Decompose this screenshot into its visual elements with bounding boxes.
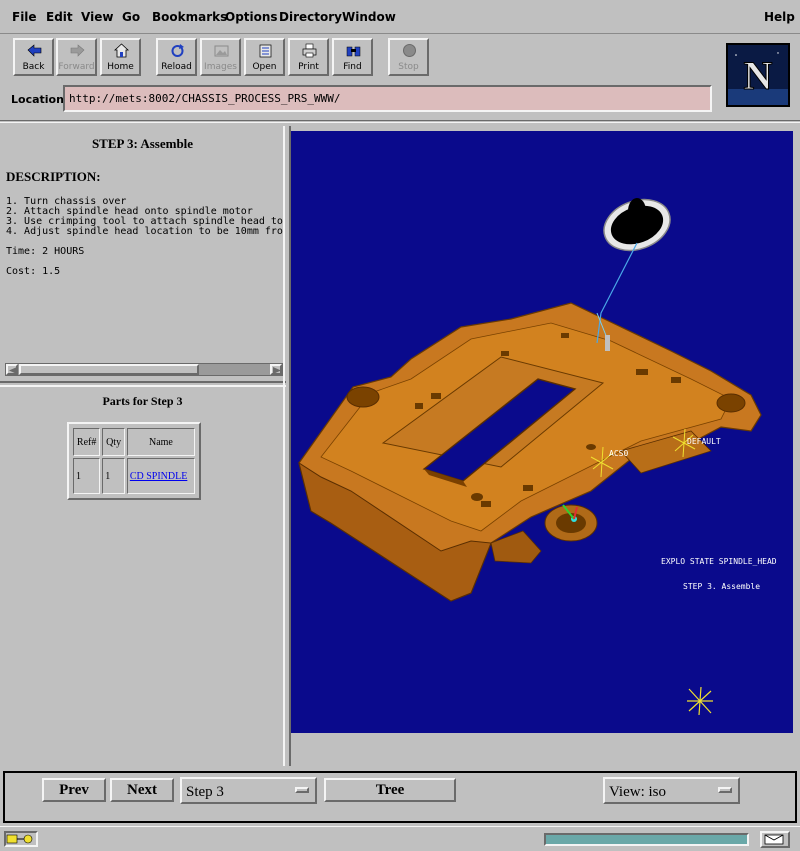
table-row: 1 1 CD SPINDLE: [73, 458, 195, 494]
step-select-knob: [295, 787, 309, 793]
menu-go[interactable]: Go: [122, 10, 140, 24]
find-icon: [346, 46, 361, 57]
parts-table: Ref# Qty Name 1 1 CD SPINDLE: [67, 422, 201, 500]
next-button[interactable]: Next: [110, 778, 174, 802]
print-icon: [302, 43, 317, 58]
menu-file[interactable]: File: [12, 10, 37, 24]
horizontal-scrollbar[interactable]: [5, 363, 283, 376]
header-ref: Ref#: [73, 428, 101, 456]
images-label: Images: [204, 62, 237, 72]
model-viewport[interactable]: ACS0 DEFAULT EXPLO STATE SPINDLE_HEAD ST…: [291, 131, 793, 733]
open-icon: [259, 44, 272, 58]
view-select-knob: [718, 787, 732, 793]
netscape-logo-icon: N: [728, 45, 788, 105]
netscape-logo: N: [726, 43, 790, 107]
find-label: Find: [343, 62, 362, 72]
menu-directory[interactable]: Directory: [279, 10, 342, 24]
images-icon: [214, 45, 229, 57]
step-select[interactable]: Step 3: [180, 777, 317, 804]
scroll-right-button[interactable]: [270, 364, 282, 375]
frame-divider[interactable]: [0, 381, 286, 387]
stop-label: Stop: [398, 62, 419, 72]
images-button[interactable]: Images: [200, 38, 241, 76]
forward-arrow-icon: [70, 44, 85, 57]
stop-icon: [403, 44, 416, 57]
scrollbar-thumb[interactable]: [19, 364, 199, 375]
step-title: STEP 3: Assemble: [91, 136, 194, 151]
cell-qty: 1: [102, 458, 125, 494]
part-link[interactable]: CD SPINDLE: [130, 471, 188, 482]
table-header-row: Ref# Qty Name: [73, 428, 195, 456]
menu-view[interactable]: View: [81, 10, 113, 24]
description-line-4: 4. Adjust spindle head location to be 10…: [6, 226, 283, 237]
location-input[interactable]: http://mets:8002/CHASSIS_PROCESS_PRS_WWW…: [63, 85, 712, 112]
reload-label: Reload: [161, 62, 192, 72]
step-description-frame: STEP 3: Assemble DESCRIPTION: 1. Turn ch…: [0, 126, 285, 382]
chassis-model: [291, 131, 793, 733]
step-select-value: Step 3: [186, 784, 224, 800]
menu-bookmarks[interactable]: Bookmarks: [152, 10, 227, 24]
mail-icon: [764, 834, 784, 845]
key-icon: [6, 834, 33, 844]
scroll-left-icon: [9, 367, 17, 374]
default-label: DEFAULT: [687, 437, 721, 446]
header-name: Name: [126, 428, 195, 456]
tree-button[interactable]: Tree: [324, 778, 456, 802]
parts-title: Parts for Step 3: [102, 394, 183, 408]
home-icon: [114, 43, 129, 58]
cell-ref: 1: [73, 458, 101, 494]
open-label: Open: [252, 62, 277, 72]
prev-button[interactable]: Prev: [42, 778, 106, 802]
menu-help[interactable]: Help: [764, 10, 795, 24]
view-select[interactable]: View: iso: [603, 777, 740, 804]
step-viewport-label: STEP 3. Assemble: [683, 582, 761, 591]
open-button[interactable]: Open: [244, 38, 285, 76]
header-qty: Qty: [102, 428, 125, 456]
reload-icon: [171, 44, 184, 57]
location-label: Location:: [11, 93, 69, 106]
logo-letter: N: [744, 53, 773, 98]
scroll-right-icon: [273, 367, 281, 374]
find-button[interactable]: Find: [332, 38, 373, 76]
menu-window[interactable]: Window: [342, 10, 396, 24]
mail-button[interactable]: [760, 831, 790, 848]
view-select-value: View: iso: [609, 784, 667, 800]
back-label: Back: [22, 62, 45, 72]
vertical-frame-divider[interactable]: [283, 126, 291, 766]
menu-options[interactable]: Options: [225, 10, 278, 24]
stop-button[interactable]: Stop: [388, 38, 429, 76]
menu-bar: File Edit View Go Bookmarks Options Dire…: [0, 0, 800, 34]
print-button[interactable]: Print: [288, 38, 329, 76]
explo-state-label: EXPLO STATE SPINDLE_HEAD: [661, 557, 777, 566]
home-button[interactable]: Home: [100, 38, 141, 76]
progress-bar: [544, 833, 749, 846]
forward-button[interactable]: Forward: [56, 38, 97, 76]
reload-button[interactable]: Reload: [156, 38, 197, 76]
cost-text: Cost: 1.5: [6, 266, 61, 277]
content-top-border: [0, 120, 800, 123]
back-button[interactable]: Back: [13, 38, 54, 76]
scroll-left-button[interactable]: [6, 364, 18, 375]
time-text: Time: 2 HOURS: [6, 246, 85, 257]
home-label: Home: [107, 62, 134, 72]
description-heading: DESCRIPTION:: [6, 169, 101, 184]
print-label: Print: [298, 62, 319, 72]
cell-name: CD SPINDLE: [126, 458, 195, 494]
menu-edit[interactable]: Edit: [46, 10, 73, 24]
acs0-label: ACS0: [609, 449, 629, 458]
back-arrow-icon: [27, 44, 42, 57]
forward-label: Forward: [58, 62, 95, 72]
security-key-icon[interactable]: [4, 831, 38, 847]
